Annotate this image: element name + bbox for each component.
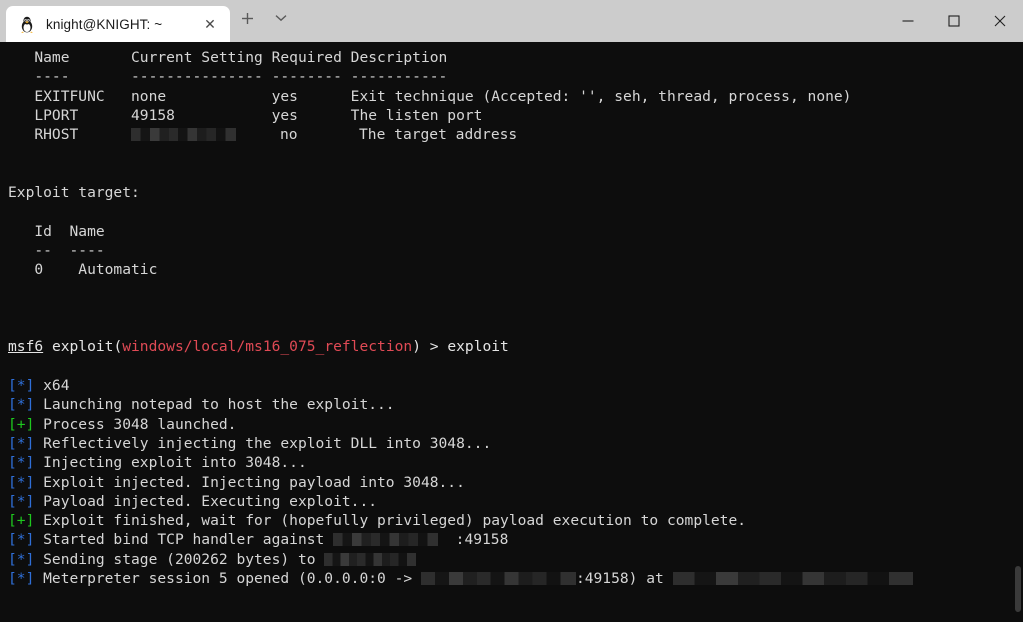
log-text-after: :49158 <box>438 531 509 549</box>
options-table-row: EXITFUNC none yes Exit technique (Accept… <box>8 87 852 105</box>
terminal-scrollback: Name Current Setting Required Descriptio… <box>8 48 1023 622</box>
msf-command: exploit <box>447 338 509 356</box>
log-text: Exploit finished, wait for (hopefully pr… <box>34 512 747 530</box>
log-text: Launching notepad to host the exploit... <box>34 396 395 414</box>
log-line: [*] Reflectively injecting the exploit D… <box>8 434 1023 453</box>
msf-module-path: windows/local/ms16_075_reflection <box>122 338 413 356</box>
info-marker: [*] <box>8 550 35 568</box>
log-line: [+] Exploit finished, wait for (hopefull… <box>8 511 1023 530</box>
redacted-value <box>324 552 417 566</box>
options-table-rule: ---- --------------- -------- ----------… <box>8 68 448 86</box>
options-table-row: LPORT 49158 yes The listen port <box>8 106 483 124</box>
log-line: [*] x64 <box>8 376 1023 395</box>
options-table-header: Name Current Setting Required Descriptio… <box>8 49 448 66</box>
info-marker: [*] <box>8 434 35 452</box>
info-marker: [*] <box>8 473 35 491</box>
terminal-tab-active[interactable]: knight@KNIGHT: ~ ✕ <box>6 6 230 42</box>
log-line: [*] Started bind TCP handler against :49… <box>8 530 1023 549</box>
log-line: [*] Exploit injected. Injecting payload … <box>8 473 1023 492</box>
info-marker: [*] <box>8 396 35 414</box>
success-marker: [+] <box>8 415 35 433</box>
log-text: Reflectively injecting the exploit DLL i… <box>34 434 492 452</box>
options-table-row: RHOST no The target address <box>8 126 518 144</box>
log-text: x64 <box>34 377 70 395</box>
log-text: Sending stage (200262 bytes) to <box>34 550 325 568</box>
new-tab-button[interactable] <box>230 3 264 33</box>
chevron-down-icon[interactable] <box>264 3 298 33</box>
success-marker: [+] <box>8 512 35 530</box>
log-text: Exploit injected. Injecting payload into… <box>34 473 465 491</box>
log-text-after: :49158) at <box>575 570 673 588</box>
exploit-target-row: 0 Automatic <box>8 261 158 279</box>
info-marker: [*] <box>8 377 35 395</box>
terminal-output-pane[interactable]: Name Current Setting Required Descriptio… <box>0 42 1023 622</box>
msf-context-prefix: exploit( <box>43 338 123 356</box>
log-line: [*] Launching notepad to host the exploi… <box>8 395 1023 414</box>
log-line: [*] Meterpreter session 5 opened (0.0.0.… <box>8 569 1023 588</box>
window-titlebar: knight@KNIGHT: ~ ✕ <box>0 0 1023 42</box>
msf-prompt-line[interactable]: msf6 exploit(windows/local/ms16_075_refl… <box>8 337 1023 356</box>
maximize-button[interactable] <box>931 0 977 42</box>
msf-context-suffix: ) > <box>412 338 448 356</box>
log-text: Process 3048 launched. <box>34 415 237 433</box>
tab-strip: knight@KNIGHT: ~ ✕ <box>0 0 298 42</box>
info-marker: [*] <box>8 570 35 588</box>
log-text: Payload injected. Executing exploit... <box>34 492 378 510</box>
redacted-value <box>131 128 237 142</box>
redacted-value <box>420 572 576 586</box>
window-controls <box>885 0 1023 42</box>
info-marker: [*] <box>8 531 35 549</box>
log-text: Meterpreter session 5 opened (0.0.0.0:0 … <box>34 570 421 588</box>
tab-strip-actions <box>230 0 298 42</box>
log-text: Injecting exploit into 3048... <box>34 454 307 472</box>
info-marker: [*] <box>8 454 35 472</box>
redacted-value <box>333 533 439 547</box>
log-line: [+] Process 3048 launched. <box>8 415 1023 434</box>
exploit-target-heading: Exploit target: <box>8 184 140 202</box>
info-marker: [*] <box>8 492 35 510</box>
tab-close-icon[interactable]: ✕ <box>198 12 222 36</box>
tux-penguin-icon <box>18 15 36 33</box>
tab-title-label: knight@KNIGHT: ~ <box>46 16 163 32</box>
log-line: [*] Injecting exploit into 3048... <box>8 453 1023 472</box>
terminal-scrollbar-thumb[interactable] <box>1015 566 1021 612</box>
exploit-target-rule: -- ---- <box>8 241 105 259</box>
log-text: Started bind TCP handler against <box>34 531 334 549</box>
close-button[interactable] <box>977 0 1023 42</box>
msf-prompt-name: msf6 <box>8 338 44 356</box>
log-line: [*] Payload injected. Executing exploit.… <box>8 492 1023 511</box>
minimize-button[interactable] <box>885 0 931 42</box>
redacted-value <box>672 572 913 586</box>
exploit-target-header: Id Name <box>8 222 105 240</box>
log-line: [*] Sending stage (200262 bytes) to <box>8 550 1023 569</box>
